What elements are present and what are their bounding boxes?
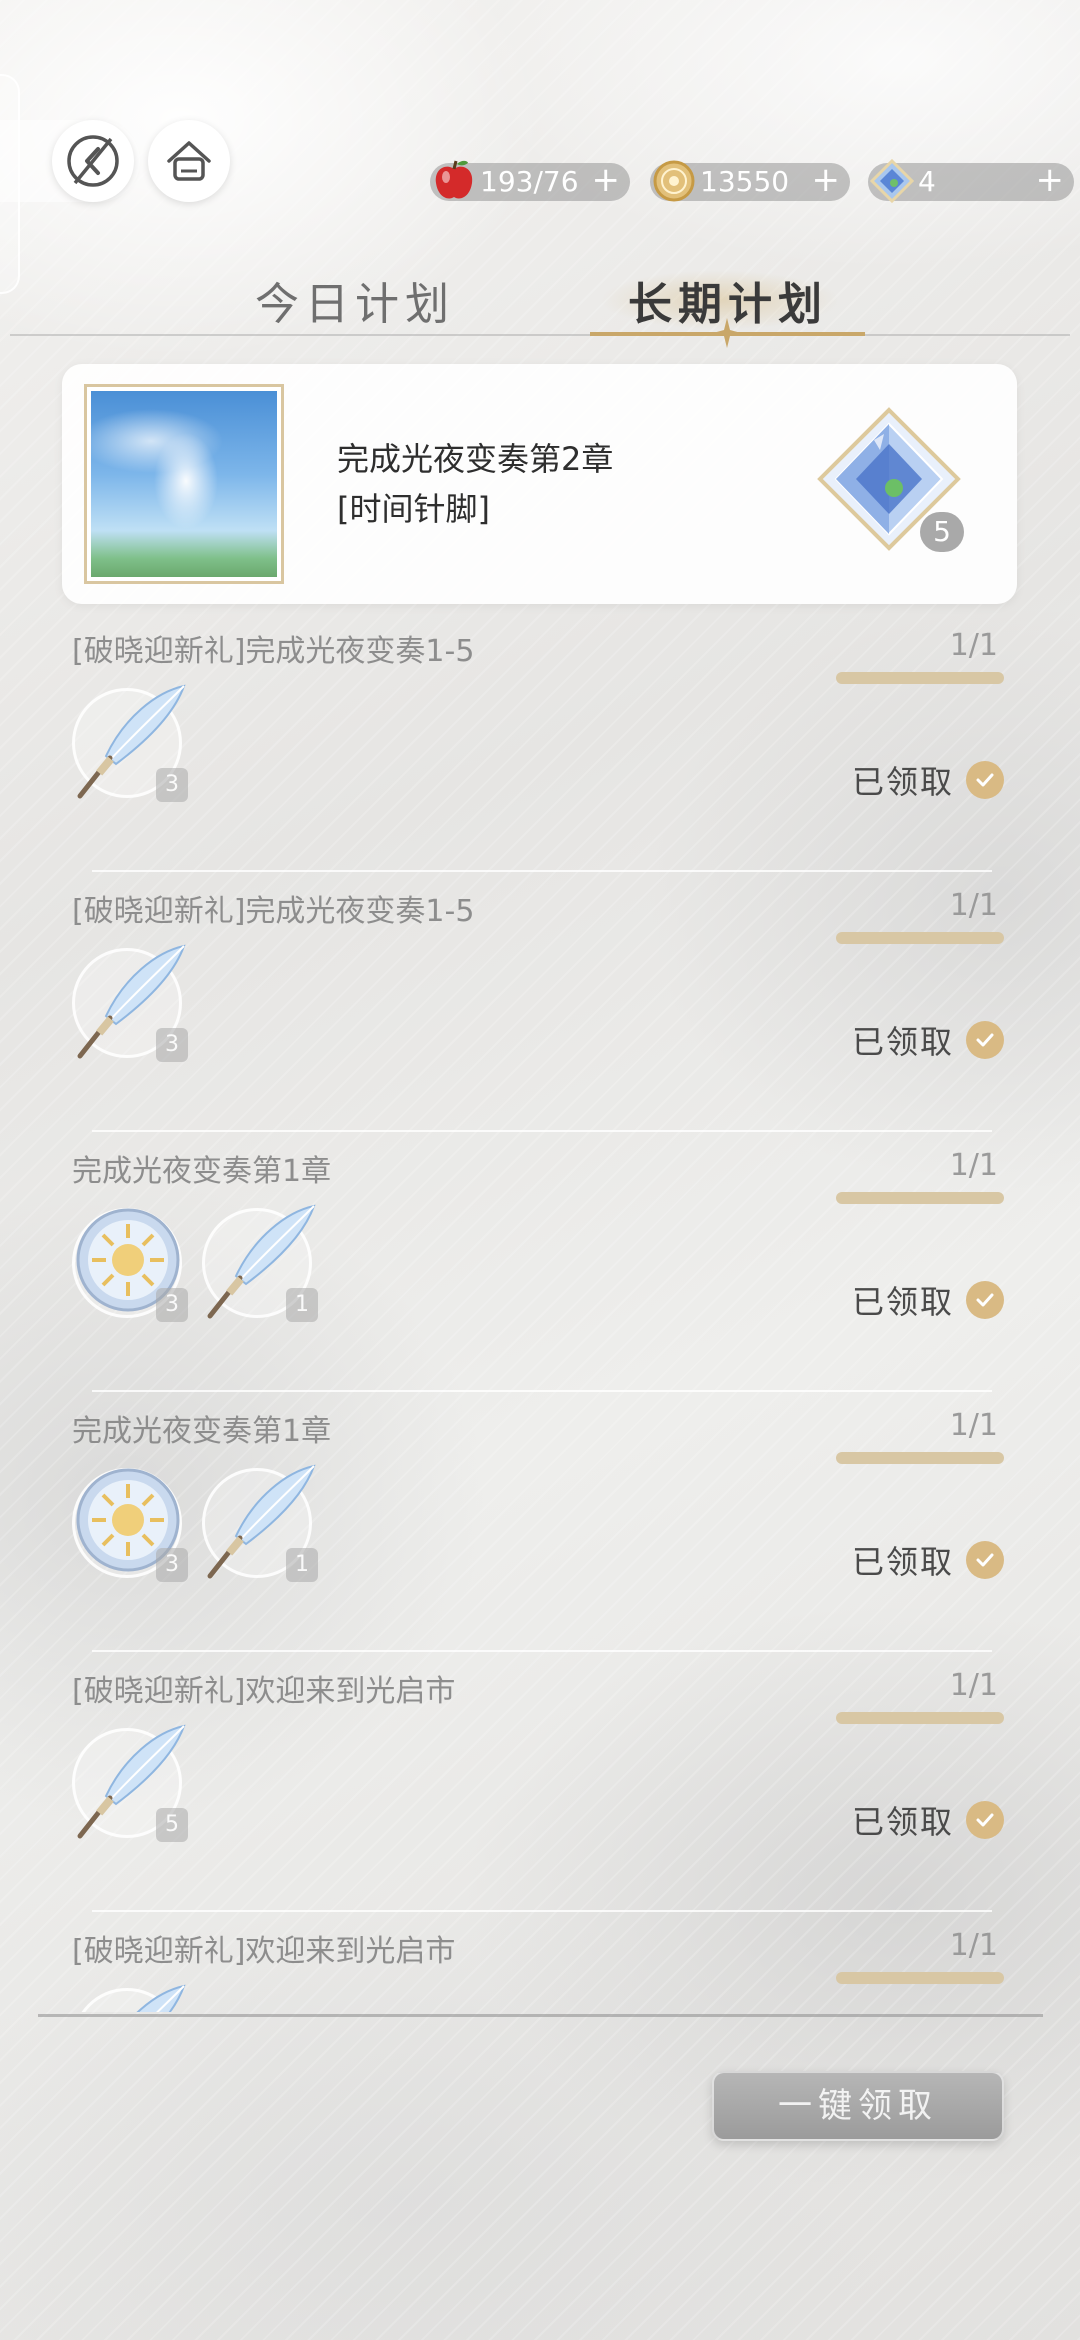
reward-item[interactable] (72, 1984, 186, 2012)
story-illustration (91, 391, 277, 577)
check-icon (966, 1801, 1004, 1839)
stamina-counter: 193/76 + (430, 160, 630, 201)
check-icon (966, 1281, 1004, 1319)
claimed-status: 已领取 (851, 1800, 1004, 1841)
reward-item[interactable]: 1 (202, 1204, 318, 1322)
reward-count: 1 (286, 1548, 318, 1582)
check-icon (966, 1541, 1004, 1579)
task-title: [破晓迎新礼]完成光夜变奏1-5 (72, 634, 475, 669)
reward-item[interactable]: 3 (72, 1208, 188, 1322)
claimed-label: 已领取 (851, 763, 954, 801)
featured-task-title-line1: 完成光夜变奏第2章 (337, 440, 614, 478)
stamina-value: 193/76 (480, 165, 579, 198)
claimed-label: 已领取 (851, 1023, 954, 1061)
reward-count: 3 (156, 1288, 188, 1322)
task-row: 完成光夜变奏第1章 1/1 3 1 已领取 (0, 1132, 1080, 1392)
task-progress-bar (836, 1972, 1004, 1984)
task-title: 完成光夜变奏第1章 (72, 1414, 332, 1449)
back-button[interactable] (52, 120, 134, 202)
task-progress-bar (836, 1192, 1004, 1204)
coin-counter: 13550 + (650, 160, 850, 202)
task-title: [破晓迎新礼]欢迎来到光启市 (72, 1674, 456, 1709)
featured-task-card[interactable]: 完成光夜变奏第2章 [时间针脚] 5 (62, 364, 1017, 604)
reward-count: 3 (156, 1028, 188, 1062)
reward-count: 3 (156, 768, 188, 802)
reward-item[interactable]: 5 (72, 1724, 188, 1842)
reward-item[interactable]: 3 (72, 684, 188, 802)
task-list[interactable]: [破晓迎新礼]完成光夜变奏1-5 1/1 3 已领取 [破晓迎新礼]完成光夜变奏… (0, 612, 1080, 2012)
task-progress: 1/1 (949, 1148, 998, 1183)
reward-item[interactable]: 3 (72, 944, 188, 1062)
coin-value: 13550 (700, 165, 790, 198)
check-icon (966, 761, 1004, 799)
add-crystal-button[interactable]: + (1036, 161, 1065, 199)
task-progress-bar (836, 1452, 1004, 1464)
check-icon (966, 1021, 1004, 1059)
task-progress-bar (836, 1712, 1004, 1724)
claimed-status: 已领取 (851, 1540, 1004, 1581)
featured-reward-count: 5 (920, 512, 964, 552)
task-title: [破晓迎新礼]欢迎来到光启市 (72, 1934, 456, 1969)
reward-count: 5 (156, 1808, 188, 1842)
crystal-counter: 4 + (868, 158, 1074, 204)
task-progress: 1/1 (949, 1928, 998, 1963)
reward-count: 1 (286, 1288, 318, 1322)
reward-count: 3 (156, 1548, 188, 1582)
task-progress: 1/1 (949, 1408, 998, 1443)
task-title: 完成光夜变奏第1章 (72, 1154, 332, 1189)
home-button[interactable] (148, 120, 230, 202)
tab-divider (10, 334, 1070, 336)
claimed-status: 已领取 (851, 1020, 1004, 1061)
add-stamina-button[interactable]: + (592, 161, 621, 199)
claimed-label: 已领取 (851, 1803, 954, 1841)
home-icon (167, 141, 211, 181)
crystal-icon (869, 158, 915, 204)
task-row: [破晓迎新礼]完成光夜变奏1-5 1/1 3 已领取 (0, 612, 1080, 872)
apple-icon (435, 160, 473, 199)
claimed-label: 已领取 (851, 1543, 954, 1581)
reward-item[interactable]: 1 (202, 1464, 318, 1582)
task-progress: 1/1 (949, 628, 998, 663)
feather-quill-icon (136, 1984, 186, 2012)
task-title: [破晓迎新礼]完成光夜变奏1-5 (72, 894, 475, 929)
reward-item[interactable]: 3 (72, 1468, 188, 1582)
story-illustration-frame (84, 384, 284, 584)
featured-task-title: 完成光夜变奏第2章 [时间针脚] (337, 434, 613, 534)
claimed-status: 已领取 (851, 760, 1004, 801)
add-coin-button[interactable]: + (812, 161, 841, 199)
task-row: [破晓迎新礼]欢迎来到光启市 1/1 (0, 1912, 1080, 2012)
crystal-value: 4 (918, 165, 936, 198)
claimed-status: 已领取 (851, 1280, 1004, 1321)
tab-today-plan[interactable]: 今日计划 (255, 268, 455, 332)
task-progress-bar (836, 932, 1004, 944)
claim-all-button[interactable]: 一键领取 (712, 2071, 1004, 2141)
list-bottom-divider (38, 2014, 1043, 2017)
task-row: 完成光夜变奏第1章 1/1 3 1 已领取 (0, 1392, 1080, 1652)
featured-task-title-line2: [时间针脚] (337, 490, 490, 528)
task-progress: 1/1 (949, 1668, 998, 1703)
sparkle-icon (713, 318, 741, 348)
coin-icon (653, 160, 695, 202)
task-progress: 1/1 (949, 888, 998, 923)
task-row: [破晓迎新礼]完成光夜变奏1-5 1/1 3 已领取 (0, 872, 1080, 1132)
claimed-label: 已领取 (851, 1283, 954, 1321)
task-row: [破晓迎新礼]欢迎来到光启市 1/1 5 已领取 (0, 1652, 1080, 1912)
back-arrow-icon (67, 135, 119, 187)
task-progress-bar (836, 672, 1004, 684)
